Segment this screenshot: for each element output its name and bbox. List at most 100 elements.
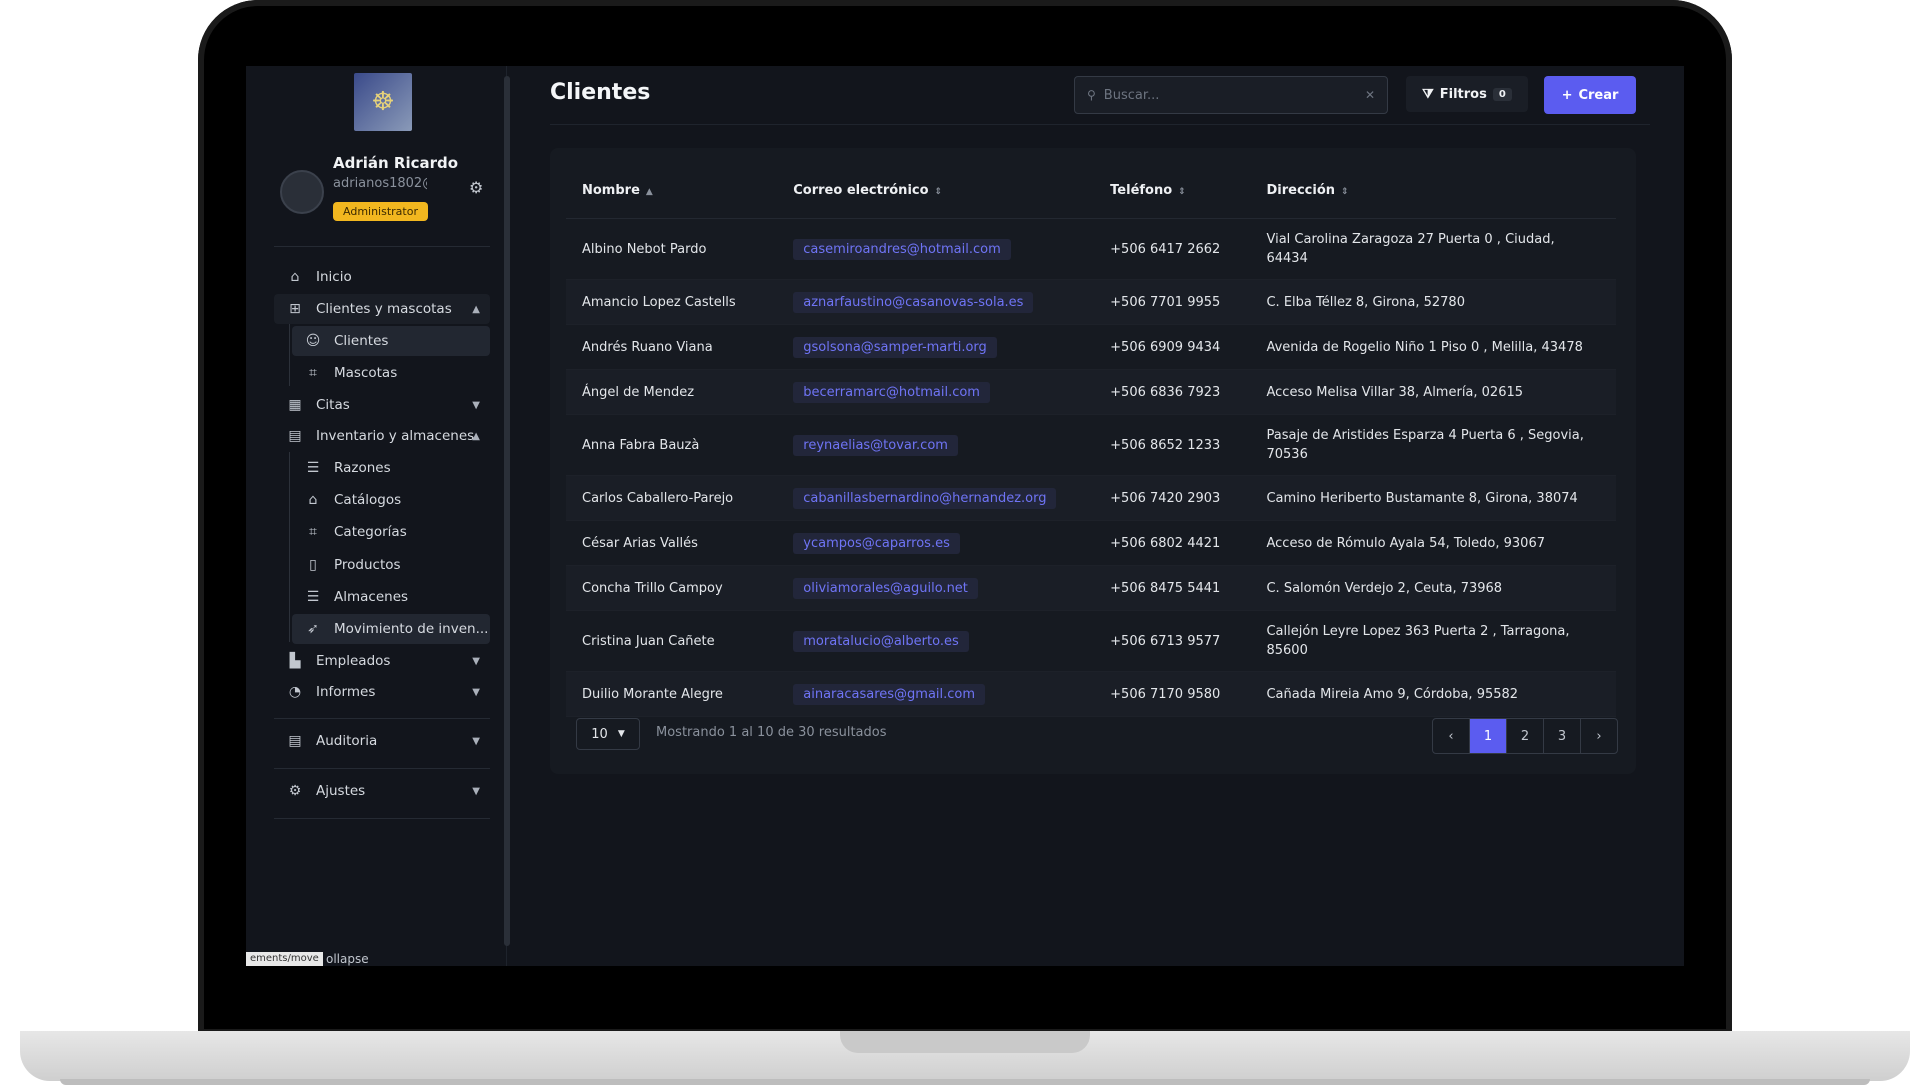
plus-icon: + [1561,87,1573,103]
page-size-select[interactable]: 10 ▼ [576,718,640,750]
table-row[interactable]: Albino Nebot Pardo casemiroandres@hotmai… [566,218,1616,280]
table-row[interactable]: Ángel de Mendez becerramarc@hotmail.com … [566,369,1616,415]
client-email[interactable]: cabanillasbernardino@hernandez.org [793,487,1057,509]
sidebar-item-label: Inicio [316,269,352,285]
sidebar-scrollbar[interactable] [504,76,510,946]
book-icon: ▯ [309,557,317,573]
sidebar-item-label: Productos [334,557,401,573]
sidebar-item-label: Auditoria [316,733,378,749]
page-button[interactable]: 2 [1506,719,1543,753]
column-header-correo[interactable]: Correo electrónico ⇕ [777,162,1095,219]
sort-icon: ⇕ [1178,186,1186,197]
column-header-nombre[interactable]: Nombre ▲ [566,162,778,219]
filters-button[interactable]: ⧩ Filtros 0 [1406,76,1528,112]
sidebar-item-label: Clientes y mascotas [316,301,452,317]
filter-icon: ⧩ [1422,86,1434,102]
chevron-right-icon[interactable]: › [1580,719,1617,753]
users-icon: ☺ [305,333,321,349]
list-icon: ☰ [306,589,320,605]
search-box[interactable]: ⚲ ✕ [1074,76,1388,114]
sidebar-item-label: Movimiento de inven... [334,621,489,637]
table-row[interactable]: Amancio Lopez Castells aznarfaustino@cas… [566,279,1616,325]
sidebar-item-inicio[interactable]: ⌂ Inicio [274,262,490,292]
sidebar-item-categorias[interactable]: ⌗ Categorías [292,517,490,547]
client-email[interactable]: gsolsona@samper-marti.org [793,336,997,358]
sidebar-item-informes[interactable]: ◔ Informes ▼ [274,677,490,707]
sidebar-item-label: Categorías [334,524,407,540]
close-icon[interactable]: ✕ [1365,88,1375,102]
client-address: Pasaje de Aristides Esparza 4 Puerta 6 ,… [1250,414,1616,476]
sidebar-item-razones[interactable]: ☰ Razones [292,453,490,483]
gear-icon[interactable]: ⚙ [469,178,483,197]
grid-icon: ⊞ [289,301,301,317]
divider [274,246,490,247]
page-button[interactable]: 1 [1469,719,1506,753]
sidebar-item-productos[interactable]: ▯ Productos [292,550,490,580]
client-address: Callejón Leyre Lopez 363 Puerta 2 , Tarr… [1250,610,1616,672]
sidebar-item-catalogos[interactable]: ⌂ Catálogos [292,485,490,515]
client-name: Andrés Ruano Viana [566,324,778,370]
user-email: adrianos1802@gm [333,176,427,191]
client-email[interactable]: becerramarc@hotmail.com [793,381,990,403]
sidebar-item-label: Inventario y almacenes [316,428,475,444]
client-email[interactable]: reynaelias@tovar.com [793,434,958,456]
sidebar-item-label: Informes [316,684,376,700]
sidebar-item-inventario[interactable]: ▤ Inventario y almacenes ▲ [274,421,490,451]
collapse-label: ollapse [326,952,369,966]
avatar[interactable] [280,170,324,214]
app-logo[interactable]: ☸ [354,73,412,131]
table-row[interactable]: Andrés Ruano Viana gsolsona@samper-marti… [566,324,1616,370]
sort-asc-icon: ▲ [645,186,653,197]
archive-icon: ▤ [288,733,302,749]
client-address: Camino Heriberto Bustamante 8, Girona, 3… [1250,475,1616,521]
client-phone: +506 6836 7923 [1094,369,1251,415]
tag-icon: ⌗ [309,365,317,381]
laptop-notch [840,1031,1090,1053]
column-header-direccion[interactable]: Dirección ⇕ [1250,162,1616,219]
chevron-down-icon: ▼ [472,735,480,747]
client-phone: +506 7420 2903 [1094,475,1251,521]
chevron-left-icon[interactable]: ‹ [1433,719,1469,753]
sidebar-item-ajustes[interactable]: ⚙ Ajustes ▼ [274,776,490,806]
archive-icon: ▤ [288,428,302,444]
client-phone: +506 6802 4421 [1094,520,1251,566]
search-input[interactable] [1101,86,1365,104]
client-phone: +506 8475 5441 [1094,565,1251,611]
sidebar-item-mascotas[interactable]: ⌗ Mascotas [292,358,490,388]
create-button[interactable]: + Crear [1544,76,1636,114]
sidebar-item-auditoria[interactable]: ▤ Auditoria ▼ [274,726,490,756]
create-label: Crear [1578,87,1619,103]
chevron-down-icon: ▼ [472,655,480,667]
client-address: Avenida de Rogelio Niño 1 Piso 0 , Melil… [1250,324,1616,370]
client-email[interactable]: casemiroandres@hotmail.com [793,238,1011,260]
submenu-line [289,452,290,642]
divider [550,124,1650,125]
client-name: Concha Trillo Campoy [566,565,778,611]
client-email[interactable]: ycampos@caparros.es [793,532,960,554]
client-email[interactable]: moratalucio@alberto.es [793,630,969,652]
sidebar-item-clientes[interactable]: ☺ Clientes [292,326,490,356]
page-button[interactable]: 3 [1543,719,1580,753]
sidebar-item-citas[interactable]: ▦ Citas ▼ [274,390,490,420]
table-row[interactable]: Anna Fabra Bauzà reynaelias@tovar.com +5… [566,414,1616,476]
sidebar-item-clientes-mascotas[interactable]: ⊞ Clientes y mascotas ▲ [274,294,490,324]
client-email[interactable]: oliviamorales@aguilo.net [793,577,978,599]
role-badge: Administrator [333,202,428,221]
chevron-up-icon: ▲ [472,430,480,442]
sidebar-item-label: Razones [334,460,391,476]
chart-pie-icon: ◔ [288,684,302,700]
table-row[interactable]: Carlos Caballero-Parejo cabanillasbernar… [566,475,1616,521]
column-header-telefono[interactable]: Teléfono ⇕ [1094,162,1251,219]
table-row[interactable]: Concha Trillo Campoy oliviamorales@aguil… [566,565,1616,611]
client-phone: +506 7701 9955 [1094,279,1251,325]
results-summary: Mostrando 1 al 10 de 30 resultados [656,725,887,740]
table-row[interactable]: César Arias Vallés ycampos@caparros.es +… [566,520,1616,566]
client-email[interactable]: aznarfaustino@casanovas-sola.es [793,291,1034,313]
sidebar-item-movimiento[interactable]: ➶ Movimiento de inven... [292,614,490,644]
clients-table-card: Nombre ▲ Correo electrónico ⇕ Teléfono ⇕ Di… [550,148,1636,774]
sidebar-item-empleados[interactable]: ▙ Empleados ▼ [274,646,490,676]
table-row[interactable]: Cristina Juan Cañete moratalucio@alberto… [566,610,1616,672]
clients-table: Nombre ▲ Correo electrónico ⇕ Teléfono ⇕ Di… [566,162,1616,717]
home-icon: ⌂ [290,269,300,285]
sidebar-item-almacenes[interactable]: ☰ Almacenes [292,582,490,612]
